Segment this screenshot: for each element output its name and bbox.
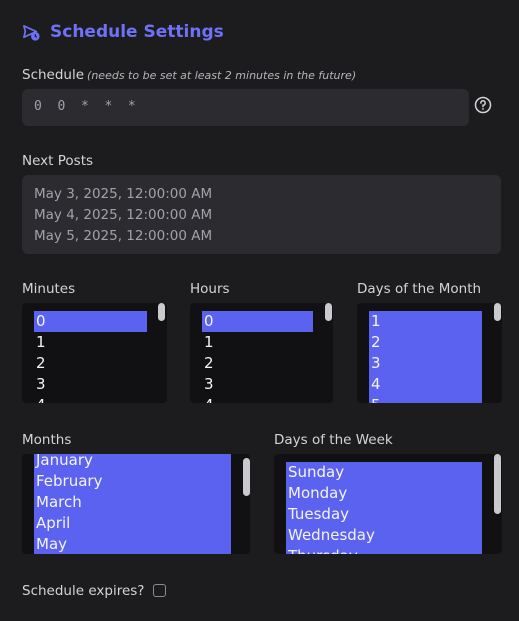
scrollbar-thumb[interactable] bbox=[494, 454, 501, 514]
day-of-week-option[interactable]: Monday bbox=[286, 483, 482, 504]
day-of-month-option[interactable]: 3 bbox=[369, 353, 482, 374]
hours-select[interactable]: 0 1 2 3 4 bbox=[190, 303, 333, 403]
next-posts-box: May 3, 2025, 12:00:00 AM May 4, 2025, 12… bbox=[22, 175, 501, 254]
hours-option[interactable]: 4 bbox=[202, 395, 313, 403]
months-select[interactable]: January February March April May bbox=[22, 454, 250, 554]
day-of-week-option[interactable]: Tuesday bbox=[286, 504, 482, 525]
months-label: Months bbox=[22, 432, 72, 448]
hours-option[interactable]: 1 bbox=[202, 332, 313, 353]
next-post-item: May 5, 2025, 12:00:00 AM bbox=[34, 228, 213, 244]
section-header: Schedule Settings bbox=[22, 22, 224, 42]
month-option[interactable]: January bbox=[34, 454, 231, 471]
scrollbar-thumb[interactable] bbox=[325, 303, 332, 321]
hours-option[interactable]: 0 bbox=[202, 311, 313, 332]
scrollbar-thumb[interactable] bbox=[243, 458, 250, 496]
minutes-option[interactable]: 1 bbox=[34, 332, 147, 353]
minutes-option[interactable]: 4 bbox=[34, 395, 147, 403]
next-posts-label: Next Posts bbox=[22, 153, 94, 169]
month-option[interactable]: March bbox=[34, 492, 231, 513]
days-of-week-label: Days of the Week bbox=[274, 432, 393, 448]
day-of-month-option[interactable]: 5 bbox=[369, 395, 482, 403]
hours-option[interactable]: 2 bbox=[202, 353, 313, 374]
next-post-item: May 4, 2025, 12:00:00 AM bbox=[34, 207, 213, 223]
cron-input[interactable]: 0 0 * * * bbox=[22, 89, 469, 126]
month-option[interactable]: May bbox=[34, 534, 231, 554]
hours-label: Hours bbox=[190, 281, 230, 297]
minutes-option[interactable]: 0 bbox=[34, 311, 147, 332]
next-post-item: May 3, 2025, 12:00:00 AM bbox=[34, 186, 213, 202]
schedule-expires-checkbox[interactable] bbox=[153, 584, 166, 597]
day-of-week-option[interactable]: Wednesday bbox=[286, 525, 482, 546]
schedule-send-icon bbox=[23, 24, 40, 41]
page-title: Schedule Settings bbox=[50, 22, 224, 42]
hours-option[interactable]: 3 bbox=[202, 374, 313, 395]
scrollbar-thumb[interactable] bbox=[494, 303, 501, 321]
days-of-week-select[interactable]: Sunday Monday Tuesday Wednesday Thursday bbox=[274, 454, 502, 554]
schedule-label: Schedule (needs to be set at least 2 minu… bbox=[22, 67, 357, 83]
help-icon[interactable] bbox=[474, 96, 492, 114]
day-of-month-option[interactable]: 4 bbox=[369, 374, 482, 395]
month-option[interactable]: April bbox=[34, 513, 231, 534]
day-of-month-option[interactable]: 1 bbox=[369, 311, 482, 332]
day-of-week-option[interactable]: Sunday bbox=[286, 462, 482, 483]
minutes-option[interactable]: 2 bbox=[34, 353, 147, 374]
schedule-hint: (needs to be set at least 2 minutes in t… bbox=[87, 69, 357, 82]
days-of-month-label: Days of the Month bbox=[357, 281, 482, 297]
schedule-expires-label: Schedule expires? bbox=[22, 583, 145, 599]
day-of-month-option[interactable]: 2 bbox=[369, 332, 482, 353]
minutes-option[interactable]: 3 bbox=[34, 374, 147, 395]
minutes-label: Minutes bbox=[22, 281, 76, 297]
month-option[interactable]: February bbox=[34, 471, 231, 492]
days-of-month-select[interactable]: 1 2 3 4 5 bbox=[357, 303, 502, 403]
day-of-week-option[interactable]: Thursday bbox=[286, 546, 482, 554]
minutes-select[interactable]: 0 1 2 3 4 bbox=[22, 303, 167, 403]
scrollbar-thumb[interactable] bbox=[158, 303, 165, 321]
